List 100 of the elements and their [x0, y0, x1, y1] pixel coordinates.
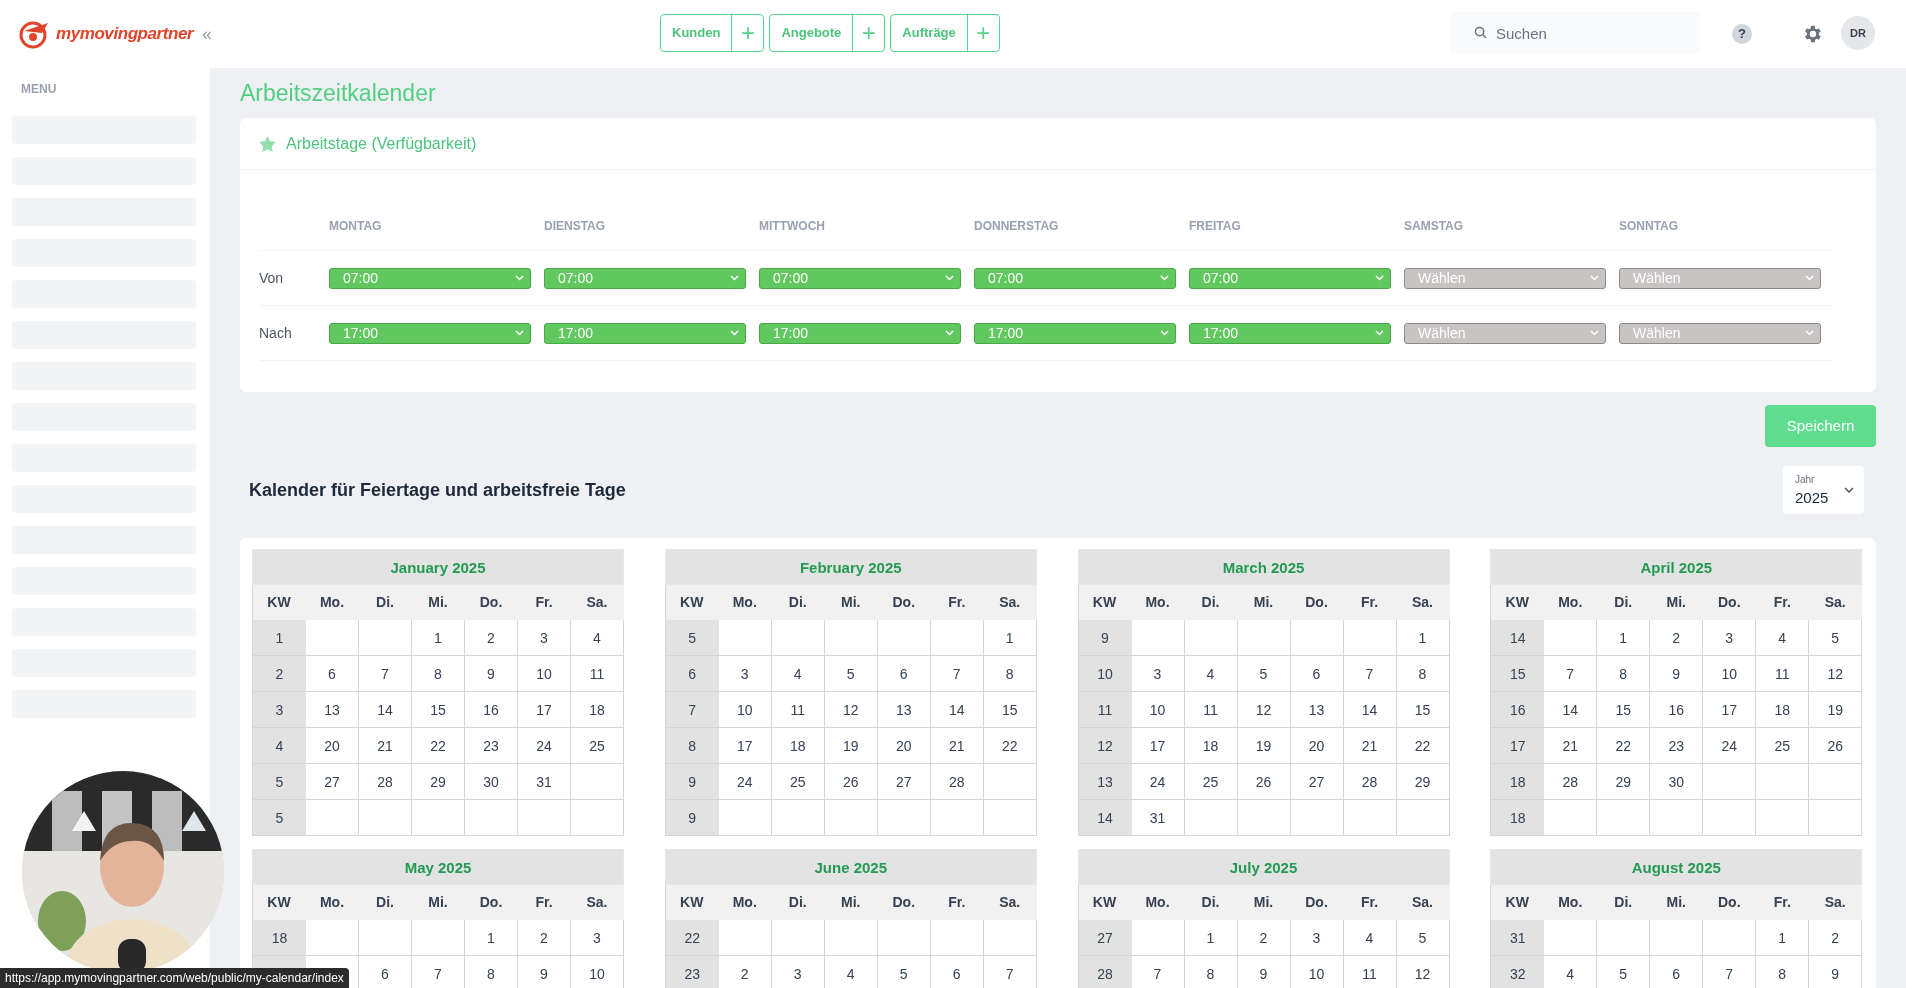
- day-cell[interactable]: 11: [1184, 692, 1238, 728]
- day-cell[interactable]: 21: [1544, 728, 1598, 764]
- year-select[interactable]: Jahr 2025: [1783, 466, 1864, 514]
- day-cell[interactable]: 4: [1544, 956, 1598, 988]
- day-cell[interactable]: 6: [306, 656, 359, 692]
- day-cell[interactable]: 4: [771, 656, 825, 692]
- day-cell[interactable]: 25: [771, 764, 825, 800]
- day-cell[interactable]: 4: [1184, 656, 1238, 692]
- day-cell[interactable]: 13: [877, 692, 931, 728]
- user-avatar[interactable]: DR: [1841, 16, 1875, 50]
- day-cell[interactable]: 10: [1703, 656, 1757, 692]
- day-cell[interactable]: 22: [412, 728, 465, 764]
- day-cell[interactable]: 25: [571, 728, 624, 764]
- day-cell[interactable]: 21: [1343, 728, 1397, 764]
- day-cell[interactable]: 7: [983, 956, 1037, 988]
- day-cell[interactable]: 19: [1237, 728, 1291, 764]
- day-cell[interactable]: 15: [1396, 692, 1450, 728]
- day-cell[interactable]: 12: [824, 692, 878, 728]
- day-cell[interactable]: 1: [983, 620, 1037, 656]
- day-cell[interactable]: 17: [718, 728, 772, 764]
- day-cell[interactable]: 25: [1184, 764, 1238, 800]
- day-cell[interactable]: 1: [465, 920, 518, 956]
- day-cell[interactable]: 2: [718, 956, 772, 988]
- day-cell[interactable]: 10: [1290, 956, 1344, 988]
- day-cell[interactable]: 13: [306, 692, 359, 728]
- day-cell[interactable]: 2: [1809, 920, 1863, 956]
- day-cell[interactable]: 15: [983, 692, 1037, 728]
- day-cell[interactable]: 31: [1131, 800, 1185, 836]
- day-cell[interactable]: 10: [571, 956, 624, 988]
- day-cell[interactable]: 9: [1650, 656, 1704, 692]
- day-cell[interactable]: 7: [1544, 656, 1598, 692]
- day-cell[interactable]: 28: [930, 764, 984, 800]
- day-cell[interactable]: 24: [1131, 764, 1185, 800]
- day-cell[interactable]: 24: [718, 764, 772, 800]
- day-cell[interactable]: 4: [1756, 620, 1810, 656]
- day-cell[interactable]: 21: [359, 728, 412, 764]
- day-cell[interactable]: 17: [518, 692, 571, 728]
- day-cell[interactable]: 23: [1650, 728, 1704, 764]
- day-cell[interactable]: 11: [571, 656, 624, 692]
- day-cell[interactable]: 29: [1597, 764, 1651, 800]
- day-cell[interactable]: 16: [465, 692, 518, 728]
- day-cell[interactable]: 23: [465, 728, 518, 764]
- day-cell[interactable]: 11: [1343, 956, 1397, 988]
- day-cell[interactable]: 9: [465, 656, 518, 692]
- day-cell[interactable]: 8: [1184, 956, 1238, 988]
- day-cell[interactable]: 28: [1544, 764, 1598, 800]
- day-cell[interactable]: 20: [1290, 728, 1344, 764]
- day-cell[interactable]: 14: [1343, 692, 1397, 728]
- day-cell[interactable]: 20: [306, 728, 359, 764]
- day-cell[interactable]: 4: [1343, 920, 1397, 956]
- day-cell[interactable]: 5: [1809, 620, 1863, 656]
- day-cell[interactable]: 7: [930, 656, 984, 692]
- day-cell[interactable]: 17: [1703, 692, 1757, 728]
- day-cell[interactable]: 5: [1396, 920, 1450, 956]
- day-cell[interactable]: 19: [1809, 692, 1863, 728]
- day-cell[interactable]: 14: [930, 692, 984, 728]
- day-cell[interactable]: 3: [518, 620, 571, 656]
- day-cell[interactable]: 8: [1396, 656, 1450, 692]
- day-cell[interactable]: 26: [1237, 764, 1291, 800]
- day-cell[interactable]: 29: [412, 764, 465, 800]
- day-cell[interactable]: 27: [1290, 764, 1344, 800]
- day-cell[interactable]: 26: [1809, 728, 1863, 764]
- day-cell[interactable]: 7: [1343, 656, 1397, 692]
- day-cell[interactable]: 3: [1131, 656, 1185, 692]
- day-cell[interactable]: 5: [877, 956, 931, 988]
- day-cell[interactable]: 1: [1756, 920, 1810, 956]
- day-cell[interactable]: 29: [1396, 764, 1450, 800]
- day-cell[interactable]: 6: [1650, 956, 1704, 988]
- day-cell[interactable]: 12: [1396, 956, 1450, 988]
- day-cell[interactable]: 8: [465, 956, 518, 988]
- day-cell[interactable]: 3: [718, 656, 772, 692]
- day-cell[interactable]: 15: [412, 692, 465, 728]
- day-cell[interactable]: 21: [930, 728, 984, 764]
- help-button[interactable]: ?: [1732, 24, 1752, 44]
- day-cell[interactable]: 10: [718, 692, 772, 728]
- day-cell[interactable]: 2: [518, 920, 571, 956]
- day-cell[interactable]: 6: [930, 956, 984, 988]
- day-cell[interactable]: 18: [771, 728, 825, 764]
- day-cell[interactable]: 6: [877, 656, 931, 692]
- day-cell[interactable]: 2: [1237, 920, 1291, 956]
- day-cell[interactable]: 11: [1756, 656, 1810, 692]
- search-field[interactable]: Suchen: [1450, 12, 1700, 54]
- day-cell[interactable]: 10: [518, 656, 571, 692]
- day-cell[interactable]: 30: [465, 764, 518, 800]
- day-cell[interactable]: 17: [1131, 728, 1185, 764]
- day-cell[interactable]: 18: [1184, 728, 1238, 764]
- day-cell[interactable]: 3: [771, 956, 825, 988]
- day-cell[interactable]: 24: [518, 728, 571, 764]
- day-cell[interactable]: 10: [1131, 692, 1185, 728]
- day-cell[interactable]: 7: [1703, 956, 1757, 988]
- day-cell[interactable]: 5: [1237, 656, 1291, 692]
- day-cell[interactable]: 7: [412, 956, 465, 988]
- day-cell[interactable]: 5: [1597, 956, 1651, 988]
- day-cell[interactable]: 1: [1396, 620, 1450, 656]
- day-cell[interactable]: 12: [1237, 692, 1291, 728]
- day-cell[interactable]: 27: [306, 764, 359, 800]
- day-cell[interactable]: 27: [877, 764, 931, 800]
- day-cell[interactable]: 18: [571, 692, 624, 728]
- day-cell[interactable]: 1: [1184, 920, 1238, 956]
- day-cell[interactable]: 3: [1290, 920, 1344, 956]
